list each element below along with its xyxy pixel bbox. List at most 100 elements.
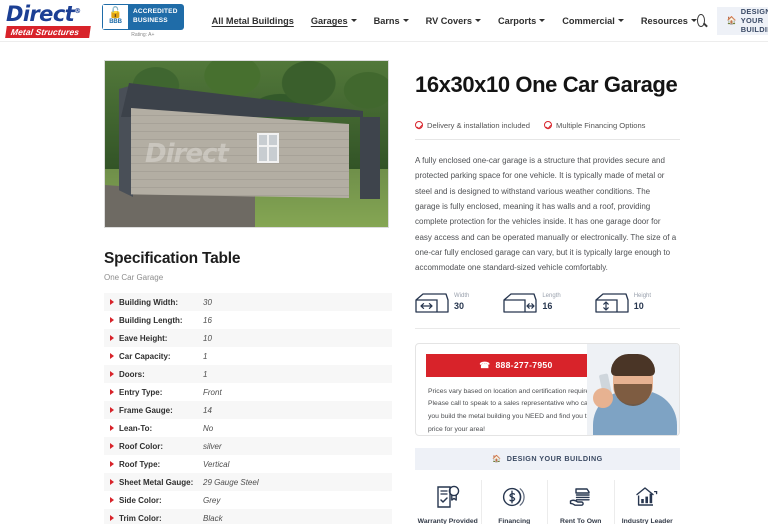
building-icon: 🏠 [726, 16, 737, 25]
nav-item-rv-covers[interactable]: RV Covers [426, 16, 481, 26]
bullet-icon [110, 335, 114, 341]
bullet-icon [110, 461, 114, 467]
dimensions-row: Width 30 Length 16 Height 10 [415, 292, 680, 329]
dimension-value: 30 [454, 300, 465, 311]
header-actions: 🏠 DESIGN YOUR BUILDING ☎ 888-277-7950 [696, 0, 768, 41]
table-row: Building Length: 16 [104, 311, 392, 329]
specification-table: Building Width: 30 Building Length: 16 Eav… [104, 293, 392, 524]
feature-label: Financing Available [498, 517, 531, 524]
bullet-icon [110, 443, 114, 449]
bullet-icon [110, 371, 114, 377]
image-watermark: Direct [145, 139, 229, 169]
product-badges: Delivery & installation included Multipl… [415, 121, 680, 140]
width-icon [415, 293, 449, 313]
feature-label: Rent To Own Available [560, 517, 602, 524]
rent-to-own-icon [569, 488, 590, 506]
nav-item-carports[interactable]: Carports [498, 16, 546, 26]
bullet-icon [110, 353, 114, 359]
table-row: Side Color: Grey [104, 491, 392, 509]
dimension-width: Width 30 [415, 292, 469, 314]
bullet-icon [110, 299, 114, 305]
feature-rent-to-own: Rent To Own Available [548, 479, 615, 524]
features-row: Warranty Provided Financing Available [415, 479, 681, 524]
chevron-down-icon [617, 19, 624, 22]
bullet-icon [110, 407, 114, 413]
bullet-icon [110, 479, 114, 485]
table-row: Doors: 1 [104, 365, 392, 383]
product-description: A fully enclosed one-car garage is a str… [415, 155, 677, 273]
bbb-accredited-badge[interactable]: 🔓 BBB ACCREDITED BUSINESS Rating: A+ [102, 3, 184, 38]
chevron-down-icon [402, 19, 409, 22]
dimension-value: 10 [633, 300, 644, 311]
dimension-label: Height [633, 293, 652, 300]
bullet-icon [110, 497, 114, 503]
nav-item-all-metal-buildings[interactable]: All Metal Buildings [212, 16, 294, 26]
nav-item-garages[interactable]: Garages [311, 16, 357, 26]
site-header: Direct® Metal Structures 🔓 BBB ACCREDITE… [0, 0, 768, 42]
logo-tagline: Metal Structures [5, 25, 91, 38]
design-your-building-bar[interactable]: 🏠 DESIGN YOUR BUILDING [415, 447, 680, 470]
bullet-icon [110, 515, 114, 521]
feature-financing: Financing Available [482, 479, 548, 524]
building-icon: 🏠 [492, 454, 502, 464]
feature-industry-leader: Industry Leader [615, 480, 681, 524]
badge-delivery: Delivery & installation included [415, 121, 530, 130]
nav-item-barns[interactable]: Barns [374, 16, 409, 26]
table-row: Roof Type: Vertical [104, 455, 392, 473]
design-your-building-button[interactable]: 🏠 DESIGN YOUR BUILDING [716, 6, 768, 35]
bbb-torch-icon: 🔓 BBB [102, 3, 128, 30]
table-row: Car Capacity: 1 [104, 347, 392, 365]
table-row: Trim Color: Black [104, 509, 392, 524]
feature-warranty: Warranty Provided [415, 479, 482, 524]
dimension-length: Length 16 [503, 292, 561, 314]
spec-table-subtitle: One Car Garage [104, 273, 164, 282]
table-row: Sheet Metal Gauge: 29 Gauge Steel [104, 473, 392, 491]
bullet-icon [110, 317, 114, 323]
check-circle-icon [544, 121, 552, 130]
bullet-icon [110, 389, 114, 395]
phone-icon: ☎ [479, 359, 491, 370]
badge-financing: Multiple Financing Options [544, 121, 645, 130]
left-column: Direct Specification Table One Car Garag… [0, 60, 405, 524]
industry-leader-icon [636, 487, 658, 506]
check-circle-icon [415, 121, 423, 130]
dimension-value: 16 [542, 300, 553, 311]
dimension-height: Height 10 [595, 292, 651, 314]
table-row: Building Width: 30 [104, 293, 392, 311]
bbb-rating: Rating: A+ [131, 31, 155, 38]
table-row: Lean-To: No [104, 419, 392, 437]
nav-item-resources[interactable]: Resources [641, 16, 697, 26]
bbb-text: ACCREDITED BUSINESS [128, 3, 184, 30]
table-row: Frame Gauge: 14 [104, 401, 392, 419]
logo-wordmark: Direct® [6, 1, 81, 26]
length-icon [503, 293, 537, 313]
main-navigation: All Metal Buildings Garages Barns RV Cov… [212, 16, 697, 26]
feature-label: Industry Leader [621, 517, 673, 524]
logo[interactable]: Direct® Metal Structures [5, 1, 91, 38]
search-icon[interactable] [696, 14, 705, 27]
product-image[interactable]: Direct [104, 60, 389, 228]
table-row: Entry Type: Front [104, 383, 392, 401]
cta-phone-button[interactable]: ☎ 888-277-7950 [426, 353, 606, 377]
brand-block: Direct® Metal Structures 🔓 BBB ACCREDITE… [5, 1, 184, 38]
height-icon [595, 293, 629, 313]
warranty-icon [437, 485, 460, 508]
garage-far-end [360, 117, 380, 199]
page-title: 16x30x10 One Car Garage [415, 72, 678, 97]
dimension-label: Length [542, 293, 561, 300]
dimension-label: Width [454, 293, 470, 300]
spec-table-title: Specification Table [104, 250, 241, 267]
right-column: 16x30x10 One Car Garage Delivery & insta… [405, 60, 768, 524]
nav-item-commercial[interactable]: Commercial [562, 16, 624, 26]
feature-label: Warranty Provided [417, 517, 478, 524]
chevron-down-icon [350, 19, 357, 22]
page-content: Direct Specification Table One Car Garag… [0, 42, 768, 524]
chevron-down-icon [474, 19, 481, 22]
chevron-down-icon [539, 19, 546, 22]
garage-window [257, 133, 279, 163]
sales-agent-photo [587, 343, 679, 435]
table-row: Eave Height: 10 [104, 329, 392, 347]
call-to-action-card: ☎ 888-277-7950 Prices vary based on loca… [415, 342, 680, 436]
table-row: Roof Color: silver [104, 437, 392, 455]
financing-icon [503, 487, 525, 506]
